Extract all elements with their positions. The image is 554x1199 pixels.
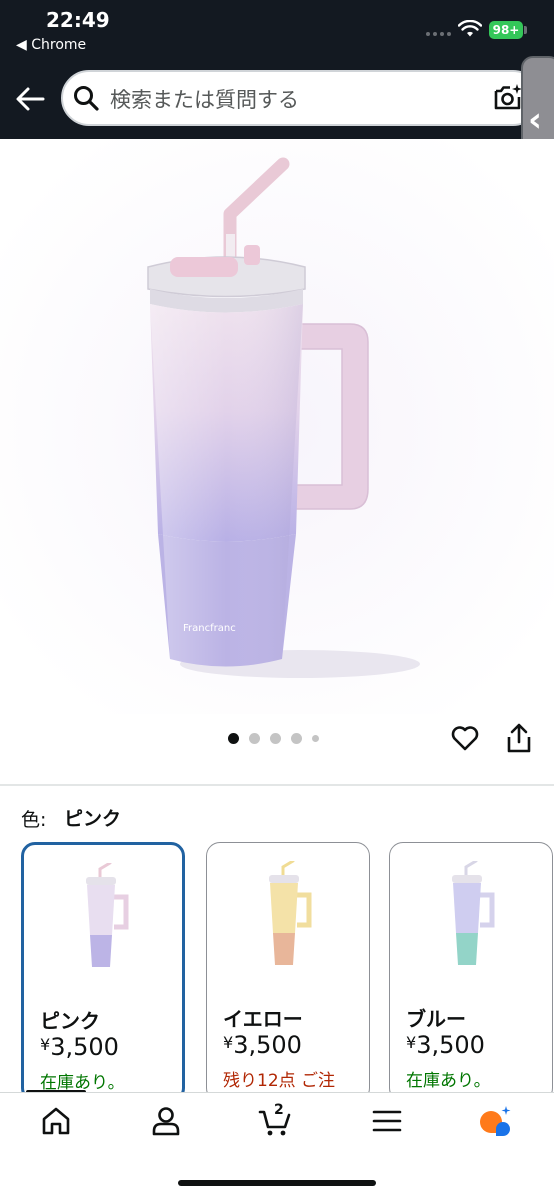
option-price: ¥3,500 xyxy=(40,1033,119,1061)
camera-search-icon[interactable] xyxy=(493,82,523,112)
signal-icon xyxy=(426,32,451,36)
tumbler-image: Francfranc xyxy=(0,139,554,714)
heart-icon[interactable] xyxy=(450,723,480,753)
rufus-icon[interactable] xyxy=(478,1104,512,1138)
pink-tumbler-thumbnail xyxy=(86,863,129,967)
option-name: ブルー xyxy=(406,1007,466,1031)
color-label: 色: xyxy=(21,809,47,831)
option-price: ¥3,500 xyxy=(223,1031,302,1059)
home-icon[interactable] xyxy=(39,1104,73,1138)
color-option-pink[interactable]: ピンク ¥3,500 在庫あり。 xyxy=(21,842,185,1102)
option-stock-status: 残り12点 ご注 xyxy=(223,1071,336,1091)
back-arrow-icon[interactable] xyxy=(14,84,46,114)
cart-count-badge: 2 xyxy=(274,1102,284,1118)
option-name: イエロー xyxy=(223,1007,303,1031)
menu-icon[interactable] xyxy=(370,1104,404,1138)
status-time: 22:49 xyxy=(46,8,110,32)
account-icon[interactable] xyxy=(149,1104,183,1138)
yellow-tumbler-thumbnail xyxy=(269,861,312,965)
carousel-indicator[interactable] xyxy=(228,733,319,744)
wifi-icon xyxy=(458,20,482,37)
search-icon xyxy=(74,86,99,111)
option-price: ¥3,500 xyxy=(406,1031,485,1059)
share-icon[interactable] xyxy=(505,722,533,754)
battery-tip xyxy=(524,26,527,34)
option-stock-status: 在庫あり。 xyxy=(406,1071,491,1091)
section-divider xyxy=(0,784,554,786)
color-option-yellow[interactable]: イエロー ¥3,500 残り12点 ご注 xyxy=(206,842,370,1102)
back-to-app-link[interactable]: ◀ Chrome xyxy=(16,37,86,53)
blue-tumbler-thumbnail xyxy=(452,861,495,965)
battery-indicator: 98+ xyxy=(489,21,523,39)
home-indicator[interactable] xyxy=(178,1180,376,1186)
color-option-blue[interactable]: ブルー ¥3,500 在庫あり。 xyxy=(389,842,553,1102)
chevron-left-icon: ‹ xyxy=(528,100,543,140)
selected-color-value: ピンク xyxy=(64,808,122,830)
product-image[interactable]: Francfranc xyxy=(0,139,554,714)
option-name: ピンク xyxy=(40,1009,100,1033)
search-input[interactable]: 検索または質問する xyxy=(110,84,299,114)
brand-logo: Francfranc xyxy=(183,623,236,634)
